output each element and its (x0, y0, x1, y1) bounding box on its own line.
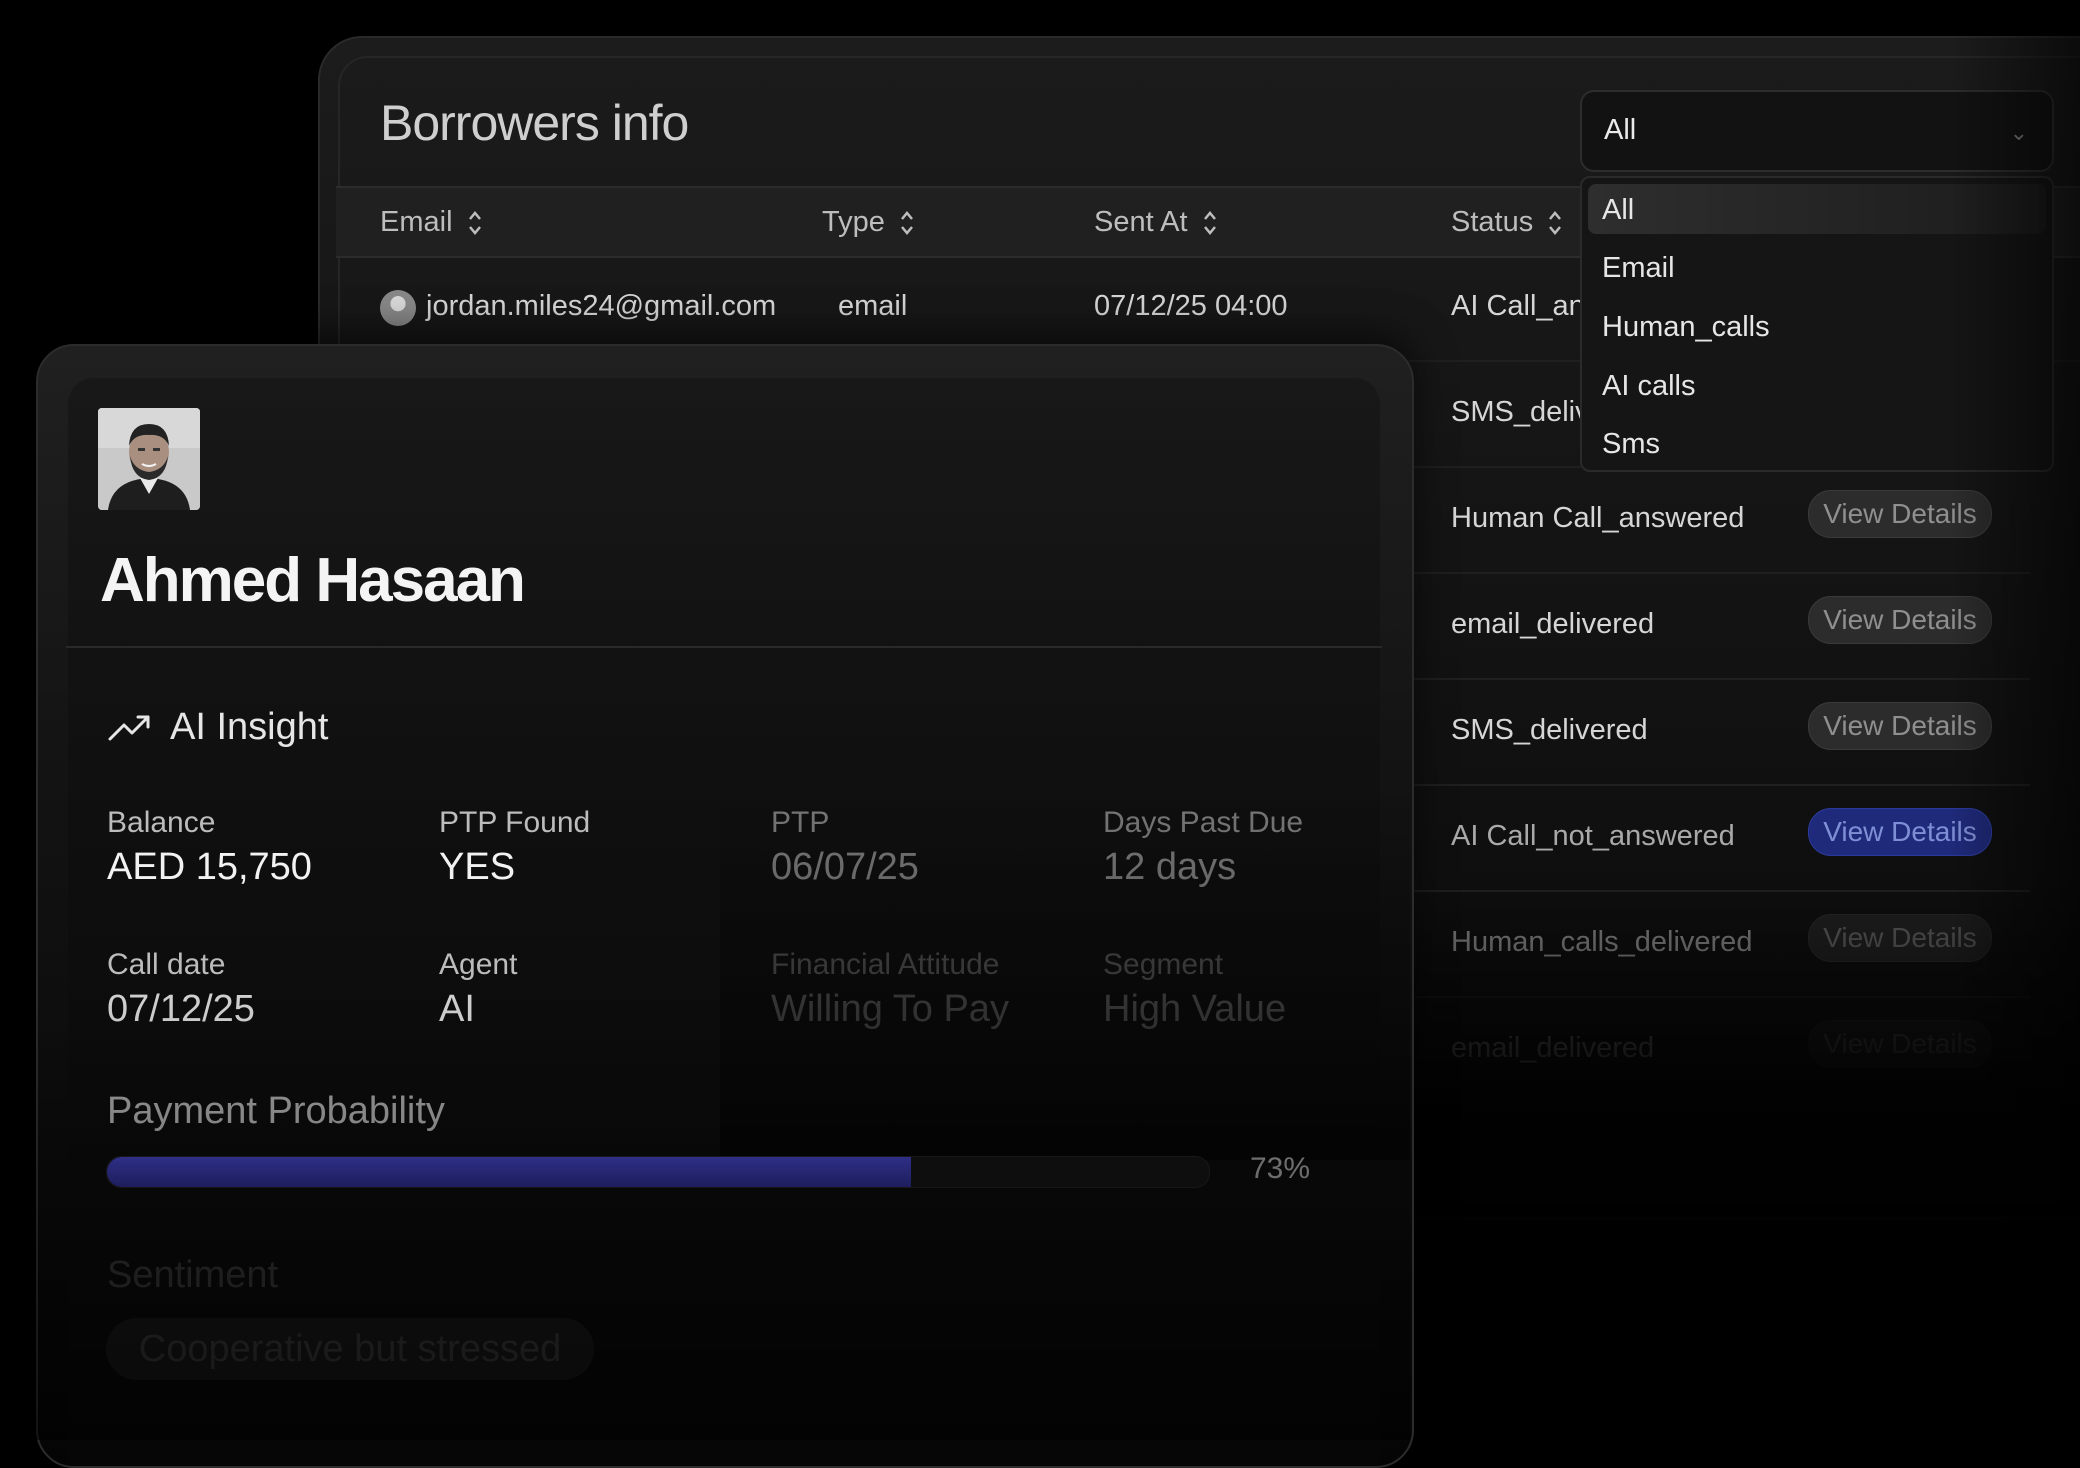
stat-label-days-past-due: Days Past Due (1103, 806, 1304, 839)
table-row[interactable]: SMS_delivered View Details (1410, 680, 2030, 786)
menu-item-email[interactable]: Email (1588, 242, 2046, 292)
borrower-name: Ahmed Hasaan (100, 546, 526, 615)
view-details-button[interactable]: View Details (1808, 702, 1992, 750)
view-details-button[interactable]: View Details (1808, 1020, 1992, 1068)
table-row[interactable]: Human Call_answered View Details (1410, 468, 2030, 574)
trending-up-icon (108, 715, 150, 740)
column-header-email[interactable]: Email (380, 206, 483, 239)
profile-photo (98, 408, 200, 510)
table-row[interactable]: email_delivered View Details (1410, 998, 2030, 1104)
stat-value-balance: AED 15,750 (107, 846, 312, 888)
view-details-button[interactable]: View Details (1808, 914, 1992, 962)
payment-probability-bar (106, 1156, 1210, 1188)
stat-label-ptp-found: PTP Found (439, 806, 591, 839)
menu-item-ai-calls[interactable]: AI calls (1588, 360, 2046, 410)
payment-probability-fill (107, 1157, 912, 1187)
row-status: SMS_delivered (1451, 714, 1648, 746)
sort-icon (468, 210, 481, 235)
borrower-profile-card (36, 344, 1414, 1468)
stat-label-balance: Balance (107, 806, 216, 839)
row-type: email (838, 290, 908, 322)
column-header-status[interactable]: Status (1451, 206, 1563, 239)
stat-label-ptp: PTP (771, 806, 830, 839)
sentiment-label: Sentiment (107, 1254, 279, 1296)
profile-card-inner (68, 378, 1380, 1466)
stat-value-financial-attitude: Willing To Pay (771, 988, 1009, 1030)
stat-value-days-past-due: 12 days (1103, 846, 1237, 888)
view-details-button[interactable]: View Details (1808, 596, 1992, 644)
view-details-button[interactable]: View Details (1808, 490, 1992, 538)
stat-value-ptp-found: YES (439, 846, 516, 888)
status-filter-select[interactable]: All ⌄ (1580, 90, 2054, 172)
sentiment-badge: Cooperative but stressed (106, 1318, 594, 1380)
row-status: AI Call_not_answered (1451, 820, 1735, 852)
avatar (380, 290, 416, 326)
payment-probability-label: Payment Probability (107, 1090, 445, 1132)
row-email: jordan.miles24@gmail.com (426, 290, 777, 322)
stat-value-ptp: 06/07/25 (771, 846, 919, 888)
borrowers-title: Borrowers info (380, 95, 689, 151)
column-header-sent-at[interactable]: Sent At (1094, 206, 1218, 239)
payment-probability-value: 73% (1250, 1152, 1311, 1185)
status-filter-menu: All Email Human_calls AI calls Sms (1580, 176, 2054, 472)
stat-label-call-date: Call date (107, 948, 226, 981)
column-header-type[interactable]: Type (822, 206, 915, 239)
stat-value-call-date: 07/12/25 (107, 988, 255, 1030)
stat-label-financial-attitude: Financial Attitude (771, 948, 1000, 981)
menu-item-human-calls[interactable]: Human_calls (1588, 301, 2046, 351)
table-row[interactable]: Human_calls_delivered View Details (1410, 892, 2030, 998)
row-status: email_delivered (1451, 1032, 1655, 1064)
divider (66, 646, 1382, 648)
sort-icon (1549, 210, 1562, 235)
stat-label-agent: Agent (439, 948, 518, 981)
sort-icon (1203, 210, 1216, 235)
view-details-button[interactable]: View Details (1808, 808, 1992, 856)
stat-label-segment: Segment (1103, 948, 1224, 981)
row-status: Human_calls_delivered (1451, 926, 1753, 958)
stat-value-segment: High Value (1103, 988, 1287, 1030)
menu-item-all[interactable]: All (1588, 184, 2046, 234)
avatar-icon (98, 408, 200, 510)
stat-value-agent: AI (439, 988, 475, 1030)
table-row[interactable]: email_delivered View Details (1410, 574, 2030, 680)
row-status: email_delivered (1451, 608, 1655, 640)
table-row[interactable]: AI Call_not_answered View Details (1410, 786, 2030, 892)
row-sent-at: 07/12/25 04:00 (1094, 290, 1288, 322)
sort-icon (900, 210, 913, 235)
ai-insight-heading: AI Insight (108, 706, 328, 749)
select-value: All (1604, 114, 1637, 146)
chevron-down-icon: ⌄ (2009, 120, 2028, 145)
row-status: Human Call_answered (1451, 502, 1745, 534)
menu-item-sms[interactable]: Sms (1588, 418, 2046, 468)
